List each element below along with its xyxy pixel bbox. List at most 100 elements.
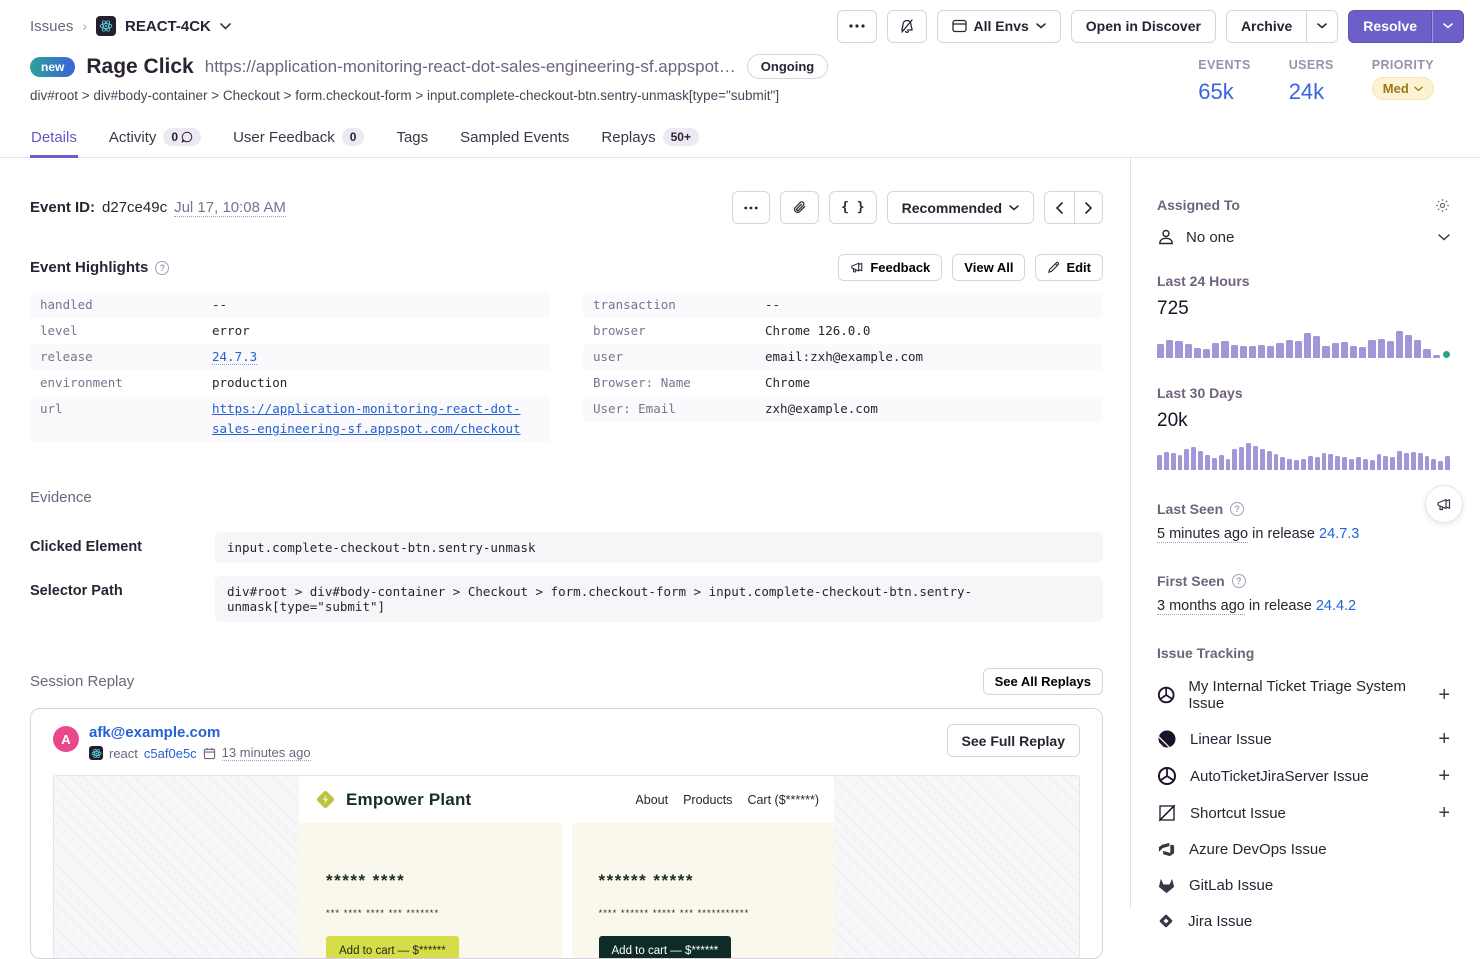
site-nav-about: About xyxy=(635,793,668,807)
issue-stats: EVENTS 65k USERS 24k PRIORITY Med xyxy=(1198,54,1434,105)
replay-user-link[interactable]: afk@example.com xyxy=(89,724,311,741)
mute-button[interactable] xyxy=(887,10,927,43)
status-badge[interactable]: Ongoing xyxy=(747,54,828,79)
replay-time-ago[interactable]: 13 minutes ago xyxy=(222,745,311,761)
highlight-row: handled-- xyxy=(30,292,550,318)
priority-stat: PRIORITY Med xyxy=(1372,58,1434,105)
assignee-value: No one xyxy=(1186,229,1234,246)
event-sort-selector[interactable]: Recommended xyxy=(887,191,1034,224)
site-nav-products: Products xyxy=(683,793,732,807)
event-id-value: d27ce49c xyxy=(102,199,167,216)
avatar: A xyxy=(53,726,79,752)
issue-tracking-item: Linear Issue + xyxy=(1157,729,1450,749)
help-icon[interactable]: ? xyxy=(1232,574,1246,588)
issue-tracking-item: Shortcut Issue + xyxy=(1157,803,1450,823)
ellipsis-icon xyxy=(849,24,865,28)
open-in-discover-button[interactable]: Open in Discover xyxy=(1071,10,1216,43)
paperclip-icon xyxy=(792,200,807,215)
issue-tracking-item: Jira Issue xyxy=(1157,912,1450,930)
tab-replays[interactable]: Replays 50+ xyxy=(600,121,700,158)
tab-details[interactable]: Details xyxy=(30,121,78,158)
plus-icon[interactable]: + xyxy=(1438,766,1450,786)
chevron-down-icon xyxy=(1438,234,1450,241)
tab-activity[interactable]: Activity 0 xyxy=(108,121,202,158)
environment-selector[interactable]: All Envs xyxy=(937,10,1061,43)
event-highlights-title: Event Highlights ? xyxy=(30,259,169,276)
url-link[interactable]: https://application-monitoring-react-dot… xyxy=(212,401,521,436)
tab-sampled-events[interactable]: Sampled Events xyxy=(459,121,570,158)
plant-diamond-icon xyxy=(314,788,337,811)
edit-button[interactable]: Edit xyxy=(1035,254,1103,281)
evidence-title: Evidence xyxy=(30,489,1103,506)
chevron-down-icon xyxy=(1414,86,1423,92)
sidebar: Assigned To No one Last 24 Hours 725 Las… xyxy=(1130,158,1480,909)
archive-button[interactable]: Archive xyxy=(1226,10,1307,43)
event-id: Event ID: d27ce49c Jul 17, 10:08 AM xyxy=(30,199,286,217)
replay-id-link[interactable]: c5af0e5c xyxy=(144,746,197,761)
replay-preview[interactable]: Empower Plant About Products Cart ($****… xyxy=(53,775,1080,959)
assigned-to-title: Assigned To xyxy=(1157,197,1240,213)
first-seen-section: First Seen ? 3 months ago in release 24.… xyxy=(1157,573,1450,614)
calendar-icon xyxy=(203,747,216,760)
archive-split-button: Archive xyxy=(1226,10,1338,43)
next-event-button[interactable] xyxy=(1075,191,1103,224)
replay-project: react xyxy=(109,746,138,761)
first-seen-time[interactable]: 3 months ago xyxy=(1157,598,1245,615)
breadcrumb: Issues › REACT-4CK xyxy=(30,16,231,36)
chevron-down-icon[interactable] xyxy=(220,23,231,30)
last-seen-section: Last Seen ? 5 minutes ago in release 24.… xyxy=(1157,501,1450,542)
add-to-cart-button: Add to cart — $****** xyxy=(599,936,732,959)
clicked-element-value: input.complete-checkout-btn.sentry-unmas… xyxy=(215,532,1103,563)
users-count[interactable]: 24k xyxy=(1289,79,1334,105)
view-all-button[interactable]: View All xyxy=(952,254,1025,281)
archive-dropdown-button[interactable] xyxy=(1307,10,1338,43)
main-panel: Event ID: d27ce49c Jul 17, 10:08 AM { } … xyxy=(0,158,1130,909)
help-icon[interactable]: ? xyxy=(1230,502,1244,516)
attachments-button[interactable] xyxy=(780,191,819,224)
issue-tracking-title: Issue Tracking xyxy=(1157,645,1450,661)
highlight-row: release24.7.3 xyxy=(30,344,550,370)
plus-icon[interactable]: + xyxy=(1438,729,1450,749)
resolve-button[interactable]: Resolve xyxy=(1348,10,1432,43)
resolve-split-button: Resolve xyxy=(1348,10,1464,43)
release-link[interactable]: 24.4.2 xyxy=(1316,598,1356,614)
see-full-replay-button[interactable]: See Full Replay xyxy=(947,724,1080,757)
event-timestamp[interactable]: Jul 17, 10:08 AM xyxy=(174,199,286,217)
chevron-right-icon xyxy=(1085,202,1092,214)
site-nav: About Products Cart ($******) xyxy=(635,793,819,807)
tab-tags[interactable]: Tags xyxy=(395,121,429,158)
release-link[interactable]: 24.7.3 xyxy=(212,349,257,365)
release-link[interactable]: 24.7.3 xyxy=(1319,526,1359,542)
session-replay-title: Session Replay xyxy=(30,673,134,690)
gear-icon[interactable] xyxy=(1435,198,1450,213)
issue-tabs: Details Activity 0 User Feedback 0 Tags … xyxy=(0,121,1480,158)
issue-tracking-item: AutoTicketJiraServer Issue + xyxy=(1157,766,1450,786)
resolve-dropdown-button[interactable] xyxy=(1432,10,1464,43)
prev-event-button[interactable] xyxy=(1044,191,1075,224)
add-to-cart-button: Add to cart — $****** xyxy=(326,936,459,959)
replayed-site: Empower Plant About Products Cart ($****… xyxy=(299,776,834,959)
tab-user-feedback[interactable]: User Feedback 0 xyxy=(232,121,365,158)
plus-icon[interactable]: + xyxy=(1438,803,1450,823)
braces-icon: { } xyxy=(841,200,864,215)
feedback-button[interactable]: Feedback xyxy=(838,254,942,281)
plus-icon[interactable]: + xyxy=(1438,685,1450,705)
priority-selector[interactable]: Med xyxy=(1372,77,1434,100)
breadcrumb-issues-link[interactable]: Issues xyxy=(30,18,73,35)
clicked-element-label: Clicked Element xyxy=(30,532,215,555)
last-seen-time[interactable]: 5 minutes ago xyxy=(1157,526,1248,543)
issue-header: new Rage Click https://application-monit… xyxy=(0,52,1480,105)
top-bar: Issues › REACT-4CK All Envs xyxy=(0,0,1480,52)
events-count[interactable]: 65k xyxy=(1198,79,1250,105)
users-stat: USERS 24k xyxy=(1289,58,1334,105)
see-all-replays-button[interactable]: See All Replays xyxy=(983,668,1103,695)
json-button[interactable]: { } xyxy=(829,191,876,224)
help-icon[interactable]: ? xyxy=(155,261,169,275)
feedback-fab-button[interactable] xyxy=(1425,485,1463,523)
ticket-wheel-icon xyxy=(1157,685,1175,705)
event-more-button[interactable] xyxy=(732,191,770,224)
more-actions-button[interactable] xyxy=(837,10,877,43)
chevron-down-icon xyxy=(1443,23,1453,29)
assignee-selector[interactable]: No one xyxy=(1157,228,1450,246)
breadcrumb-project[interactable]: REACT-4CK xyxy=(125,18,211,35)
